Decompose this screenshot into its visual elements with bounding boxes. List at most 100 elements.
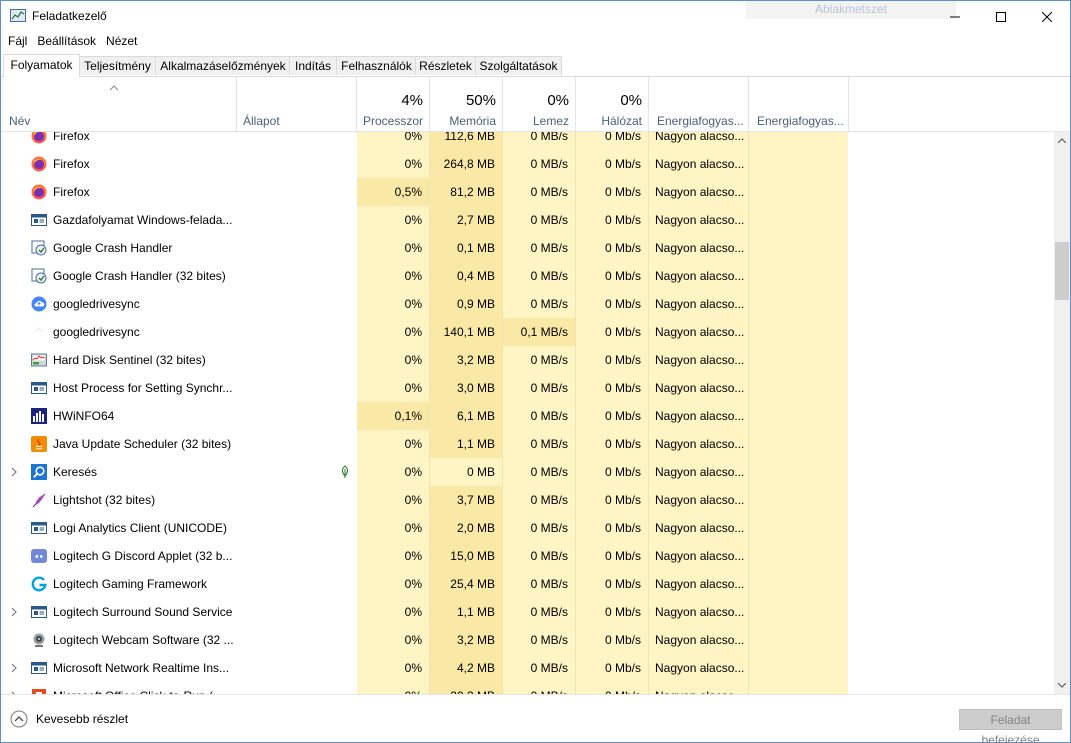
task-manager-window: Feladatkezelő Ablakmetszet Fájl Beállítá… <box>0 0 1071 743</box>
disk-value: 0 MB/s <box>503 682 575 694</box>
network-value: 0 Mb/s <box>604 465 641 479</box>
cpu-value: 0,5% <box>357 178 429 206</box>
chevron-right-icon[interactable] <box>10 606 18 618</box>
process-row[interactable]: Logitech Surround Sound Service 0% 1,1 MB 0… <box>1 598 1054 626</box>
memory-value: 30,3 MB <box>430 682 502 694</box>
crash-handler-icon <box>31 268 47 284</box>
disk-value: 0 MB/s <box>530 493 568 507</box>
disk-value: 0 MB/s <box>530 549 568 563</box>
memory-value: 2,7 MB <box>430 206 502 234</box>
cpu-value: 0% <box>404 241 422 255</box>
process-list: Firefox 0% 112,6 MB 0 MB/s 0 Mb/s Nagyon alac… <box>1 132 1054 694</box>
process-row[interactable]: Logitech G Discord Applet (32 b... 0% 15,0… <box>1 542 1054 570</box>
network-value: 0 Mb/s <box>604 241 641 255</box>
menu-view[interactable]: Nézet <box>103 32 144 52</box>
fewer-details-link[interactable]: Kevesebb részlet <box>36 712 128 726</box>
menu-file[interactable]: Fájl <box>1 32 34 52</box>
process-row[interactable]: Google Crash Handler (32 bites) 0% 0,4 MB 0… <box>1 262 1054 290</box>
close-button[interactable] <box>1024 1 1070 32</box>
maximize-button[interactable] <box>978 1 1024 32</box>
network-value: 0 Mb/s <box>604 157 641 171</box>
minimize-button[interactable] <box>932 1 978 32</box>
window-app-icon <box>31 604 47 620</box>
energy-usage-value: Nagyon alacso... <box>655 549 745 563</box>
process-row[interactable]: Java Update Scheduler (32 bites) 0% 1,1 MB… <box>1 430 1054 458</box>
process-row[interactable]: Host Process for Setting Synchr... 0% 3,0 … <box>1 374 1054 402</box>
tab-services[interactable]: Szolgáltatások <box>475 56 562 75</box>
footer: Kevesebb részlet Feladat befejezése <box>1 694 1070 742</box>
process-name: Gazdafolyamat Windows-felada... <box>53 213 233 227</box>
header-energy-usage[interactable]: Energiafogyas... <box>649 77 749 131</box>
chevron-right-icon[interactable] <box>10 662 18 674</box>
header-energy-usage-label: Energiafogyas... <box>657 114 744 128</box>
chevron-down-icon <box>1058 683 1066 688</box>
header-network[interactable]: 0% Hálózat <box>576 77 649 131</box>
window-title: Feladatkezelő <box>32 9 107 23</box>
process-row[interactable]: Lightshot (32 bites) 0% 3,7 MB 0 MB/s 0 Mb/s… <box>1 486 1054 514</box>
scroll-down-button[interactable] <box>1054 677 1070 694</box>
tab-performance[interactable]: Teljesítmény <box>79 56 156 75</box>
process-row[interactable]: Microsoft Network Realtime Ins... 0% 4,2 M… <box>1 654 1054 682</box>
process-name: Google Crash Handler <box>53 241 173 255</box>
header-disk[interactable]: 0% Lemez <box>503 77 576 131</box>
process-name: HWiNFO64 <box>53 409 115 423</box>
cpu-value: 0% <box>404 521 422 535</box>
tab-users[interactable]: Felhasználók <box>336 56 417 75</box>
process-row[interactable]: Firefox 0% 112,6 MB 0 MB/s 0 Mb/s Nagyon alac… <box>1 132 1054 150</box>
header-cpu[interactable]: 4% Processzor <box>357 77 430 131</box>
cpu-value: 0% <box>404 605 422 619</box>
process-row[interactable]: Microsoft Office Click-to-Run (... 0%30,3… <box>1 682 1054 694</box>
tab-startup[interactable]: Indítás <box>289 56 337 75</box>
memory-value: 81,2 MB <box>430 178 502 206</box>
ghost-window-title: Ablakmetszet <box>746 1 956 19</box>
memory-value: 3,0 MB <box>430 374 502 402</box>
scroll-up-button[interactable] <box>1054 132 1070 149</box>
cpu-value: 0% <box>404 353 422 367</box>
menu-settings[interactable]: Beállítások <box>34 32 103 52</box>
process-row[interactable]: googledrivesync 0% 0,9 MB 0 MB/s 0 Mb/s Nagyo… <box>1 290 1054 318</box>
vertical-scrollbar[interactable] <box>1054 132 1070 694</box>
process-name: googledrivesync <box>53 297 140 311</box>
cpu-value: 0% <box>404 549 422 563</box>
header-name-label: Név <box>9 114 31 128</box>
process-row[interactable]: Gazdafolyamat Windows-felada... 0% 2,7 MB 0… <box>1 206 1054 234</box>
tab-details[interactable]: Részletek <box>415 56 476 75</box>
window-app-icon <box>31 660 47 676</box>
hard-disk-icon <box>31 352 47 368</box>
chevron-up-circle-icon[interactable] <box>10 710 28 728</box>
header-energy-trend[interactable]: Energiafogyas... <box>749 77 849 131</box>
process-row[interactable]: Logi Analytics Client (UNICODE) 0% 2,0 MB 0… <box>1 514 1054 542</box>
memory-value: 3,2 MB <box>430 346 502 374</box>
energy-usage-value: Nagyon alacso... <box>655 269 745 283</box>
energy-usage-value: Nagyon alacso... <box>655 132 745 143</box>
cpu-value: 0% <box>404 269 422 283</box>
process-name: Hard Disk Sentinel (32 bites) <box>53 353 206 367</box>
header-memory[interactable]: 50% Memória <box>430 77 503 131</box>
process-row[interactable]: Keresés 0% 0 MB 0 MB/s 0 Mb/s Nagyon alacso..… <box>1 458 1054 486</box>
process-row[interactable]: Firefox 0,5% 81,2 MB 0 MB/s 0 Mb/s Nagyon ala… <box>1 178 1054 206</box>
process-row[interactable]: Firefox 0% 264,8 MB 0 MB/s 0 Mb/s Nagyon alac… <box>1 150 1054 178</box>
header-cpu-label: Processzor <box>362 114 423 128</box>
process-row[interactable]: Hard Disk Sentinel (32 bites) 0% 3,2 MB 0 M… <box>1 346 1054 374</box>
process-row[interactable]: Google Crash Handler 0% 0,1 MB 0 MB/s 0 Mb/s… <box>1 234 1054 262</box>
end-task-button[interactable]: Feladat befejezése <box>959 709 1062 742</box>
memory-value: 140,1 MB <box>430 318 502 346</box>
energy-usage-value: Nagyon alacso... <box>655 437 745 451</box>
chevron-right-icon[interactable] <box>10 466 18 478</box>
tab-processes[interactable]: Folyamatok <box>3 54 80 77</box>
energy-usage-value: Nagyon alacso... <box>655 605 745 619</box>
disk-value: 0 MB/s <box>530 132 568 143</box>
header-name[interactable]: Név <box>1 77 237 131</box>
disk-value: 0 MB/s <box>530 605 568 619</box>
network-value: 0 Mb/s <box>604 132 641 143</box>
tab-app-history[interactable]: Alkalmazáselőzmények <box>155 56 291 75</box>
memory-total-percent: 50% <box>465 92 496 109</box>
process-row[interactable]: HWiNFO64 0,1% 6,1 MB 0 MB/s 0 Mb/s Nagyon ala… <box>1 402 1054 430</box>
scroll-thumb[interactable] <box>1055 242 1069 300</box>
search-icon <box>31 464 47 480</box>
process-row[interactable]: Logitech Gaming Framework 0% 25,4 MB 0 MB/s… <box>1 570 1054 598</box>
process-row[interactable]: googledrivesync 0% 140,1 MB 0,1 MB/s 0 Mb/s N… <box>1 318 1054 346</box>
process-row[interactable]: Logitech Webcam Software (32 ... 0% 3,2 MB… <box>1 626 1054 654</box>
header-status[interactable]: Állapot <box>237 77 357 131</box>
chevron-up-icon <box>1058 138 1066 143</box>
